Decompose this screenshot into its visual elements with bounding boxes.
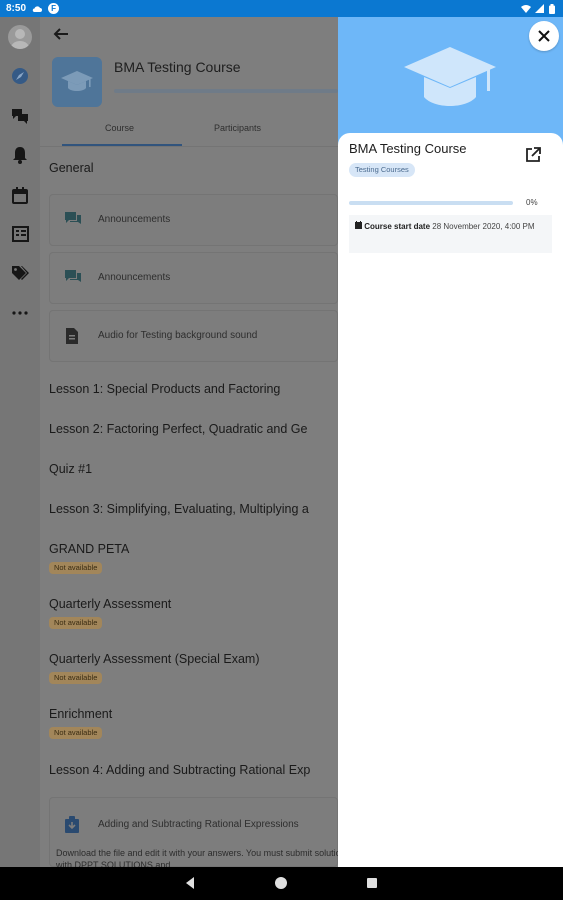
progress-percent: 0% xyxy=(526,198,538,207)
wifi-icon xyxy=(521,4,531,14)
status-bar: 8:50 F xyxy=(0,0,563,17)
activity-label: Announcements xyxy=(98,214,171,225)
activity-audio-file[interactable]: Audio for Testing background sound xyxy=(49,310,338,362)
cloud-icon xyxy=(32,4,43,14)
close-button[interactable] xyxy=(529,21,559,51)
section-quarterly-assessment[interactable]: Quarterly Assessment xyxy=(49,597,171,611)
forum-icon xyxy=(64,269,84,289)
section-lesson-4[interactable]: Lesson 4: Adding and Subtracting Rationa… xyxy=(49,763,310,777)
not-available-badge: Not available xyxy=(49,727,103,739)
activity-label: Announcements xyxy=(98,272,171,283)
system-nav-bar xyxy=(0,867,563,900)
section-enrichment[interactable]: Enrichment xyxy=(49,707,112,721)
file-icon xyxy=(64,327,84,347)
gradebook-icon[interactable] xyxy=(10,224,30,244)
section-general[interactable]: General xyxy=(49,161,93,175)
activity-label: Audio for Testing background sound xyxy=(98,330,258,341)
section-grand-peta[interactable]: GRAND PETA xyxy=(49,542,129,556)
assignment-upload-icon xyxy=(64,816,84,836)
section-lesson-3[interactable]: Lesson 3: Simplifying, Evaluating, Multi… xyxy=(49,502,309,516)
panel-progress-bar xyxy=(349,201,513,205)
more-horizontal-icon[interactable] xyxy=(10,303,30,323)
section-quiz-1[interactable]: Quiz #1 xyxy=(49,462,92,476)
nav-back-icon[interactable] xyxy=(183,876,199,892)
tags-icon[interactable] xyxy=(10,263,30,283)
compass-icon[interactable] xyxy=(10,66,30,86)
battery-icon xyxy=(547,3,557,14)
nav-home-icon[interactable] xyxy=(274,876,290,892)
start-date-value: 28 November 2020, 4:00 PM xyxy=(432,222,535,231)
section-lesson-2[interactable]: Lesson 2: Factoring Perfect, Quadratic a… xyxy=(49,422,307,436)
course-summary-panel: BMA Testing Course Testing Courses 0% Co… xyxy=(338,17,563,867)
category-chip: Testing Courses xyxy=(349,163,415,177)
activity-label: Adding and Subtracting Rational Expressi… xyxy=(98,819,299,830)
not-available-badge: Not available xyxy=(49,672,103,684)
bell-icon[interactable] xyxy=(10,145,30,165)
course-page: BMA Testing Course Course Participants G… xyxy=(40,17,338,867)
activity-announcements-1[interactable]: Announcements xyxy=(49,194,338,246)
close-icon xyxy=(538,30,550,42)
assignment-description: Download the file and edit it with your … xyxy=(56,848,338,867)
side-rail xyxy=(0,17,40,867)
course-title: BMA Testing Course xyxy=(114,59,241,75)
status-time: 8:50 xyxy=(6,3,27,14)
calendar-icon xyxy=(355,221,364,231)
back-arrow-icon[interactable] xyxy=(52,25,72,45)
start-date-label: Course start date xyxy=(364,222,431,231)
activity-announcements-2[interactable]: Announcements xyxy=(49,252,338,304)
tab-course[interactable]: Course xyxy=(105,123,134,133)
course-image xyxy=(52,57,102,107)
course-progress-bar xyxy=(114,89,338,93)
forum-icon xyxy=(64,211,84,231)
graduation-cap-icon xyxy=(61,71,93,91)
section-quarterly-special[interactable]: Quarterly Assessment (Special Exam) xyxy=(49,652,260,666)
calendar-icon[interactable] xyxy=(10,185,30,205)
panel-course-title: BMA Testing Course xyxy=(349,141,467,156)
nav-recents-icon[interactable] xyxy=(365,876,381,892)
open-in-browser-icon[interactable] xyxy=(525,147,543,165)
section-lesson-1[interactable]: Lesson 1: Special Products and Factoring xyxy=(49,382,280,396)
not-available-badge: Not available xyxy=(49,562,103,574)
app-notification-icon: F xyxy=(48,3,60,14)
course-start-info: Course start date 28 November 2020, 4:00… xyxy=(349,215,552,253)
graduation-cap-icon xyxy=(402,45,498,116)
tab-participants[interactable]: Participants xyxy=(214,123,261,133)
not-available-badge: Not available xyxy=(49,617,103,629)
avatar[interactable] xyxy=(8,25,32,49)
signal-icon xyxy=(534,4,544,14)
chat-bubbles-icon[interactable] xyxy=(10,106,30,126)
tab-indicator xyxy=(62,144,182,146)
